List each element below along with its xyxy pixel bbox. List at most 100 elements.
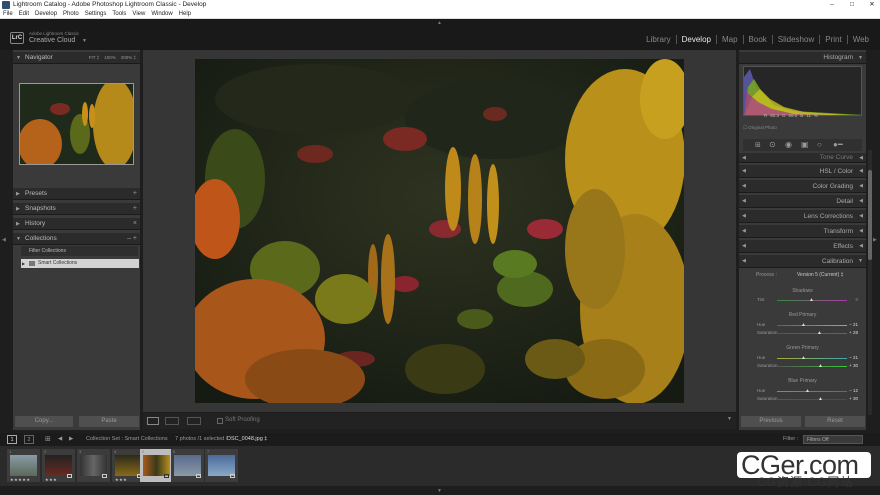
menu-develop[interactable]: Develop: [35, 10, 57, 18]
collapse-top-icon[interactable]: ▲: [437, 20, 442, 26]
add-snapshot-icon[interactable]: +: [133, 203, 137, 215]
collections-header[interactable]: ▼ Collections – +: [13, 233, 140, 245]
navigator-header[interactable]: ▼ Navigator FIT ‡ 100% 200% ‡: [13, 52, 140, 64]
graduated-filter-icon[interactable]: ▣: [801, 140, 809, 149]
filmstrip-thumb-2[interactable]: 2 ★★★: [42, 449, 75, 482]
crop-icon[interactable]: ⊞: [755, 141, 761, 149]
slider-knob[interactable]: ▲: [801, 355, 806, 361]
smart-collections-item[interactable]: ▶ Smart Collections: [21, 259, 139, 268]
grid-view-icon[interactable]: ⊞: [45, 433, 51, 446]
presets-header[interactable]: ▶ Presets +: [13, 188, 140, 200]
filmstrip-thumb-5-selected[interactable]: 5: [140, 449, 172, 482]
histogram-header[interactable]: Histogram ▼: [739, 52, 866, 64]
filmstrip-thumb-6[interactable]: 6: [171, 449, 204, 482]
filter-collections-input[interactable]: Filter Collections: [21, 246, 138, 256]
module-library[interactable]: Library: [641, 35, 677, 44]
menu-view[interactable]: View: [132, 10, 145, 18]
hsl-color-header[interactable]: ◀ HSL / Color ◀: [739, 165, 866, 178]
right-panel-scrollbar[interactable]: [868, 150, 872, 415]
calibration-header[interactable]: ◀ Calibration ▼: [739, 255, 866, 268]
menu-tools[interactable]: Tools: [112, 10, 126, 18]
module-print[interactable]: Print: [820, 35, 848, 44]
module-develop[interactable]: Develop: [677, 35, 717, 44]
red-hue-slider[interactable]: Hue ▲ – 21: [739, 321, 866, 329]
selected-filename[interactable]: DSC_0048.jpg ‡: [227, 433, 267, 446]
menu-edit[interactable]: Edit: [19, 10, 29, 18]
slider-knob[interactable]: ▲: [809, 297, 814, 303]
menu-file[interactable]: File: [3, 10, 13, 18]
menu-window[interactable]: Window: [151, 10, 172, 18]
clear-history-icon[interactable]: ×: [133, 218, 137, 230]
secondary-window-button[interactable]: 2: [24, 435, 34, 444]
original-photo-checkbox[interactable]: ☐ Original Photo: [743, 125, 777, 131]
module-book[interactable]: Book: [744, 35, 773, 44]
collection-actions-icon[interactable]: – +: [127, 233, 137, 245]
close-icon[interactable]: ✕: [868, 0, 876, 10]
filmstrip-thumb-1[interactable]: 1 ★★★★★: [7, 449, 40, 482]
forward-arrow-icon[interactable]: ▶: [69, 433, 73, 446]
filmstrip-thumb-7[interactable]: 7: [205, 449, 238, 482]
loupe-view-icon[interactable]: [147, 417, 159, 425]
green-saturation-slider[interactable]: Saturation ▲ + 30: [739, 362, 866, 370]
navigator-preview[interactable]: [19, 83, 134, 165]
filmstrip-thumb-3[interactable]: 3: [77, 449, 110, 482]
triangle-right-icon[interactable]: ▶: [22, 259, 25, 268]
main-window-button[interactable]: 1: [7, 435, 17, 444]
maximize-icon[interactable]: □: [848, 0, 856, 10]
scrollbar-thumb[interactable]: [868, 170, 872, 260]
brand-title[interactable]: Creative Cloud: [29, 37, 75, 44]
spot-removal-icon[interactable]: ⊙: [769, 140, 776, 149]
histogram[interactable]: [743, 66, 862, 116]
slider-knob[interactable]: ▲: [817, 330, 822, 336]
copy-button[interactable]: Copy...: [15, 416, 73, 427]
paste-button[interactable]: Paste: [79, 416, 139, 427]
slider-knob[interactable]: ▲: [801, 322, 806, 328]
shadows-tint-slider[interactable]: Tint ▲ 0: [739, 296, 866, 304]
collapse-left-icon[interactable]: ◀: [2, 237, 6, 243]
nav-100[interactable]: 100%: [104, 52, 116, 64]
back-arrow-icon[interactable]: ◀: [58, 433, 62, 446]
module-map[interactable]: Map: [717, 35, 744, 44]
collapse-right-icon[interactable]: ▶: [873, 237, 877, 243]
red-saturation-slider[interactable]: Saturation ▲ + 28: [739, 329, 866, 337]
edited-badge-icon: [67, 474, 72, 478]
minimize-icon[interactable]: –: [828, 0, 836, 10]
green-hue-slider[interactable]: Hue ▲ – 21: [739, 354, 866, 362]
lens-corrections-header[interactable]: ◀ Lens Corrections ◀: [739, 210, 866, 223]
tone-curve-header[interactable]: ◀ Tone Curve ◀: [739, 153, 866, 163]
before-after-icon[interactable]: [165, 417, 179, 425]
before-after-swap-icon[interactable]: [187, 417, 201, 425]
nav-fit[interactable]: FIT ‡: [89, 52, 99, 64]
soft-proofing-checkbox[interactable]: [217, 418, 223, 424]
chevron-down-icon[interactable]: ▼: [82, 38, 87, 44]
slider-knob[interactable]: ▲: [818, 396, 823, 402]
add-preset-icon[interactable]: +: [133, 188, 137, 200]
detail-header[interactable]: ◀ Detail ◀: [739, 195, 866, 208]
module-web[interactable]: Web: [848, 35, 874, 44]
toolbar-menu-icon[interactable]: ▼: [727, 416, 732, 422]
blue-hue-slider[interactable]: Hue ▲ – 12: [739, 387, 866, 395]
filter-select[interactable]: Filters Off: [803, 435, 863, 444]
menu-settings[interactable]: Settings: [85, 10, 107, 18]
previous-button[interactable]: Previous: [741, 416, 801, 427]
nav-200[interactable]: 200% ‡: [121, 52, 136, 64]
color-grading-header[interactable]: ◀ Color Grading ◀: [739, 180, 866, 193]
reset-button[interactable]: Reset: [805, 416, 865, 427]
slider-knob[interactable]: ▲: [818, 363, 823, 369]
adjustment-brush-icon[interactable]: ●━: [833, 140, 843, 149]
menu-photo[interactable]: Photo: [63, 10, 79, 18]
module-slideshow[interactable]: Slideshow: [773, 35, 821, 44]
radial-filter-icon[interactable]: ○: [817, 140, 822, 149]
process-version-select[interactable]: Version 5 (Current) ‡: [797, 272, 843, 278]
blue-saturation-slider[interactable]: Saturation ▲ + 30: [739, 395, 866, 403]
main-photo[interactable]: [195, 59, 684, 403]
red-eye-icon[interactable]: ◉: [785, 140, 792, 149]
menu-help[interactable]: Help: [179, 10, 191, 18]
slider-knob[interactable]: ▲: [805, 388, 810, 394]
collapse-bottom-icon[interactable]: ▼: [437, 488, 442, 494]
transform-header[interactable]: ◀ Transform ◀: [739, 225, 866, 238]
history-header[interactable]: ▶ History ×: [13, 218, 140, 230]
snapshots-header[interactable]: ▶ Snapshots +: [13, 203, 140, 215]
effects-header[interactable]: ◀ Effects ◀: [739, 240, 866, 253]
filmstrip-source[interactable]: Collection Set : Smart Collections: [86, 433, 168, 446]
